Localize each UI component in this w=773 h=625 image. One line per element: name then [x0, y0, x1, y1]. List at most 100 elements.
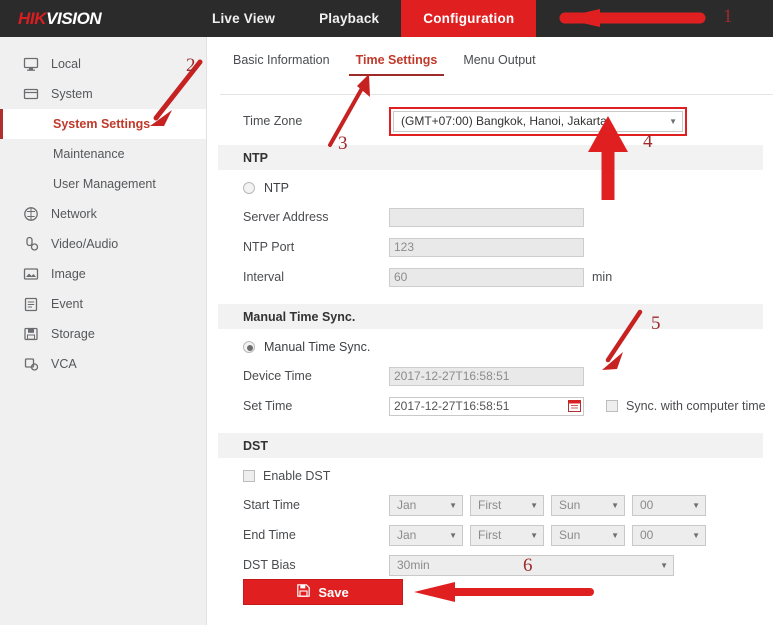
sidebar-item-video-audio[interactable]: Video/Audio [0, 229, 206, 259]
server-address-row: Server Address [208, 202, 773, 232]
server-address-label: Server Address [243, 210, 329, 224]
sidebar-item-vca[interactable]: VCA [0, 349, 206, 379]
dst-start-month-select[interactable]: Jan ▼ [389, 494, 463, 516]
timezone-value: (GMT+07:00) Bangkok, Hanoi, Jakarta [401, 114, 607, 128]
enable-dst-label: Enable DST [263, 469, 331, 483]
device-time-input [389, 366, 584, 386]
save-button-label: Save [318, 584, 349, 600]
hikvision-logo: HIK VISION [0, 0, 190, 37]
content-tabs: Basic Information Time Settings Menu Out… [220, 51, 773, 81]
nav-tab-configuration[interactable]: Configuration [401, 0, 537, 37]
save-icon [297, 584, 311, 600]
tab-time-settings[interactable]: Time Settings [343, 51, 451, 76]
system-icon [22, 85, 40, 103]
enable-dst-checkbox[interactable] [243, 470, 255, 482]
storage-icon [22, 325, 40, 343]
sidebar-item-local[interactable]: Local [0, 49, 206, 79]
dst-start-hour-select[interactable]: 00 ▼ [632, 494, 706, 516]
sidebar-item-label: Image [51, 267, 86, 281]
nav-tab-playback[interactable]: Playback [297, 0, 401, 37]
vca-icon [22, 355, 40, 373]
chevron-down-icon: ▼ [692, 500, 700, 510]
dst-start-week-select[interactable]: First ▼ [470, 494, 544, 516]
sidebar-item-label: Storage [51, 327, 95, 341]
sidebar-item-label: System Settings [53, 117, 151, 131]
sidebar-item-storage[interactable]: Storage [0, 319, 206, 349]
nav-tab-live-view[interactable]: Live View [190, 0, 297, 37]
monitor-icon [22, 55, 40, 73]
dst-bias-label: DST Bias [243, 558, 296, 572]
enable-dst-row: Enable DST [208, 462, 773, 490]
chevron-down-icon: ▼ [611, 530, 619, 540]
interval-unit: min [592, 270, 613, 284]
ntp-radio-row: NTP [208, 174, 773, 202]
tab-divider [220, 94, 773, 95]
interval-label: Interval [243, 270, 284, 284]
timezone-select[interactable]: (GMT+07:00) Bangkok, Hanoi, Jakarta ▼ [393, 110, 683, 132]
dst-end-day-value: Sun [559, 528, 581, 542]
ntp-radio-label: NTP [264, 181, 289, 195]
timezone-label: Time Zone [243, 114, 303, 128]
dst-end-day-select[interactable]: Sun ▼ [551, 524, 625, 546]
sidebar-item-label: Maintenance [53, 147, 125, 161]
dst-bias-row: DST Bias 30min ▼ [208, 550, 773, 580]
sidebar-item-network[interactable]: Network [0, 199, 206, 229]
dst-start-time-label: Start Time [243, 498, 300, 512]
interval-row: Interval min [208, 262, 773, 292]
sidebar-item-user-management[interactable]: User Management [0, 169, 206, 199]
chevron-down-icon: ▼ [530, 500, 538, 510]
dst-start-day-select[interactable]: Sun ▼ [551, 494, 625, 516]
dst-end-week-select[interactable]: First ▼ [470, 524, 544, 546]
sidebar-item-label: Video/Audio [51, 237, 119, 251]
sidebar-item-system[interactable]: System [0, 79, 206, 109]
time-settings-form: Time Zone (GMT+07:00) Bangkok, Hanoi, Ja… [208, 103, 773, 580]
dst-bias-select[interactable]: 30min ▼ [389, 554, 674, 576]
dst-bias-value: 30min [397, 558, 430, 572]
tab-basic-information[interactable]: Basic Information [220, 51, 343, 76]
sidebar-item-image[interactable]: Image [0, 259, 206, 289]
chevron-down-icon: ▼ [449, 530, 457, 540]
dst-section-header: DST [218, 433, 763, 458]
dst-end-month-select[interactable]: Jan ▼ [389, 524, 463, 546]
manual-sync-radio[interactable] [243, 341, 255, 353]
chevron-down-icon: ▼ [660, 560, 668, 570]
timezone-highlight-box: (GMT+07:00) Bangkok, Hanoi, Jakarta ▼ [389, 106, 687, 136]
dst-end-time-row: End Time Jan ▼ First ▼ Sun ▼ 00 ▼ [208, 520, 773, 550]
interval-input[interactable] [389, 267, 584, 287]
ntp-radio[interactable] [243, 182, 255, 194]
calendar-icon[interactable] [567, 399, 581, 413]
device-time-label: Device Time [243, 369, 312, 383]
chevron-down-icon: ▼ [669, 116, 677, 126]
ntp-port-label: NTP Port [243, 240, 295, 254]
dst-start-month-value: Jan [397, 498, 417, 512]
sidebar-item-label: Local [51, 57, 81, 71]
event-icon [22, 295, 40, 313]
sidebar-item-maintenance[interactable]: Maintenance [0, 139, 206, 169]
dst-end-hour-select[interactable]: 00 ▼ [632, 524, 706, 546]
manual-sync-radio-row: Manual Time Sync. [208, 333, 773, 361]
sidebar-item-label: VCA [51, 357, 77, 371]
save-button[interactable]: Save [243, 579, 403, 605]
sidebar-item-event[interactable]: Event [0, 289, 206, 319]
server-address-input[interactable] [389, 207, 584, 227]
sidebar-item-label: User Management [53, 177, 156, 191]
chevron-down-icon: ▼ [692, 530, 700, 540]
ntp-port-input[interactable] [389, 237, 584, 257]
top-navigation-bar: HIK VISION Live View Playback Configurati… [0, 0, 773, 37]
nav-tabs: Live View Playback Configuration [190, 0, 537, 37]
sync-computer-time-checkbox[interactable] [606, 400, 618, 412]
ntp-section-header: NTP [218, 145, 763, 170]
device-time-row: Device Time [208, 361, 773, 391]
set-time-label: Set Time [243, 399, 293, 413]
tab-menu-output[interactable]: Menu Output [450, 51, 548, 76]
chevron-down-icon: ▼ [449, 500, 457, 510]
sidebar-item-label: Network [51, 207, 97, 221]
set-time-input[interactable] [389, 396, 584, 416]
video-audio-icon [22, 235, 40, 253]
chevron-down-icon: ▼ [611, 500, 619, 510]
content-panel: Basic Information Time Settings Menu Out… [208, 37, 773, 625]
dst-start-time-row: Start Time Jan ▼ First ▼ Sun ▼ 00 ▼ [208, 490, 773, 520]
dst-start-week-value: First [478, 498, 502, 512]
sidebar-item-system-settings[interactable]: System Settings [0, 109, 206, 139]
dst-start-hour-value: 00 [640, 498, 654, 512]
